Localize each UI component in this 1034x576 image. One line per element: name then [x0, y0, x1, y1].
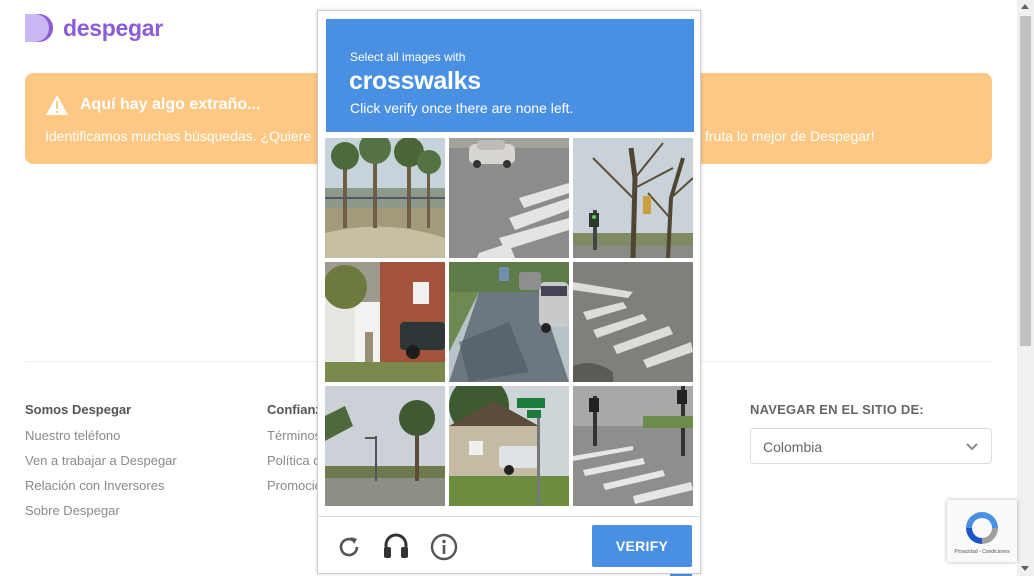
- recaptcha-badge[interactable]: Privacidad - Condiciones: [947, 500, 1017, 562]
- captcha-dialog: Select all images with crosswalks Click …: [317, 10, 701, 574]
- logo-mark-icon: [25, 12, 57, 44]
- scroll-thumb[interactable]: [1020, 16, 1031, 346]
- verify-button[interactable]: VERIFY: [592, 525, 692, 567]
- country-selected-value: Colombia: [763, 439, 823, 455]
- footer-link-politica[interactable]: Política c: [267, 453, 322, 468]
- captcha-tile-1[interactable]: [325, 138, 445, 258]
- nav-heading: NAVEGAR EN EL SITIO DE:: [750, 402, 924, 417]
- page-scrollbar[interactable]: [1017, 0, 1034, 576]
- info-icon[interactable]: [430, 533, 458, 561]
- footer-link-telefono[interactable]: Nuestro teléfono: [25, 428, 177, 443]
- captcha-tile-5[interactable]: [449, 262, 569, 382]
- audio-icon[interactable]: [382, 531, 410, 559]
- footer-link-trabajar[interactable]: Ven a trabajar a Despegar: [25, 453, 177, 468]
- captcha-header: Select all images with crosswalks Click …: [326, 19, 694, 132]
- alert-message: Identificamos muchas búsquedas. ¿Quiere: [45, 128, 312, 144]
- captcha-tile-8[interactable]: [449, 386, 569, 506]
- captcha-tile-9[interactable]: [573, 386, 693, 506]
- footer-column-somos: Somos Despegar Nuestro teléfono Ven a tr…: [25, 402, 177, 528]
- captcha-target: crosswalks: [349, 67, 481, 95]
- warning-icon: [45, 94, 69, 116]
- alert-title: Aquí hay algo extraño...: [80, 96, 261, 113]
- captcha-tile-6[interactable]: [573, 262, 693, 382]
- despegar-logo[interactable]: despegar: [25, 12, 163, 44]
- footer-link-terminos[interactable]: Términos: [267, 428, 322, 443]
- reload-icon[interactable]: [335, 533, 363, 561]
- scroll-down-arrow-icon[interactable]: [1021, 566, 1029, 571]
- captcha-tile-3[interactable]: [573, 138, 693, 258]
- footer-country-nav: NAVEGAR EN EL SITIO DE: Colombia: [750, 402, 992, 464]
- captcha-subinstruction: Click verify once there are none left.: [350, 100, 574, 116]
- captcha-instruction: Select all images with: [350, 50, 466, 64]
- brand-name: despegar: [63, 14, 163, 41]
- captcha-tile-7[interactable]: [325, 386, 445, 506]
- footer-heading: Somos Despegar: [25, 402, 132, 417]
- recaptcha-badge-text[interactable]: Privacidad - Condiciones: [947, 549, 1017, 555]
- recaptcha-logo-icon: [962, 508, 1002, 548]
- footer-link-sobre[interactable]: Sobre Despegar: [25, 503, 177, 518]
- captcha-footer-divider: [318, 516, 700, 517]
- footer-column-confianza: Confianz Términos Política c Promocio: [267, 402, 322, 503]
- country-select[interactable]: Colombia: [750, 428, 992, 464]
- footer-heading: Confianz: [267, 402, 322, 417]
- captcha-tile-2[interactable]: [449, 138, 569, 258]
- scroll-up-arrow-icon[interactable]: [1021, 4, 1029, 9]
- captcha-tile-4[interactable]: [325, 262, 445, 382]
- footer-link-promociones[interactable]: Promocio: [267, 478, 322, 493]
- footer-link-inversores[interactable]: Relación con Inversores: [25, 478, 177, 493]
- page: despegar Aquí hay algo extraño... Identi…: [0, 0, 1034, 576]
- alert-message-end: fruta lo mejor de Despegar!: [705, 128, 875, 144]
- chevron-down-icon: [965, 439, 979, 453]
